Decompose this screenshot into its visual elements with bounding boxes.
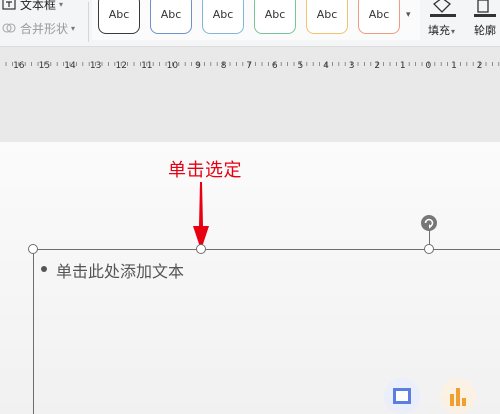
resize-handle-top-left[interactable] [28,244,38,254]
chevron-down-icon: ▾ [71,23,76,33]
fill-button[interactable]: 填充▾ [426,0,462,46]
style-preset-label: Abc [212,7,234,21]
text-tools-group: 文本框 ▾ 合并形状 ▾ [0,0,88,46]
style-preset-label: Abc [264,7,286,21]
outline-label: 轮廓 [474,24,496,37]
style-preset-label: Abc [368,7,390,21]
horizontal-ruler[interactable]: 161514131211109876543210123 [0,54,500,74]
ruler-label: 14 [64,61,76,71]
style-preset-label: Abc [316,7,338,21]
ruler-label: 16 [13,61,25,71]
ribbon-toolbar: 文本框 ▾ 合并形状 ▾ Abc Abc Abc Abc Abc Abc ▾ 填… [0,0,500,47]
ruler-label: 13 [90,61,101,71]
resize-handle-top-right[interactable] [424,244,434,254]
divider [88,2,89,42]
frame-left-edge [33,249,34,414]
ruler-label: 12 [115,61,126,71]
resize-handle-top-middle[interactable] [196,244,206,254]
ruler-label: 2 [374,61,380,71]
outline-pen-icon [474,0,496,17]
merge-shapes-button[interactable]: 合并形状 ▾ [0,18,75,38]
fill-label: 填充▾ [428,24,456,37]
style-preset-3[interactable]: Abc [202,0,244,34]
ruler-label: 1 [451,61,457,71]
arrow-down-icon [193,182,209,250]
fill-bucket-icon [430,0,456,17]
outline-button[interactable]: 轮廓 [470,0,500,46]
chevron-down-icon: ▾ [59,0,64,9]
merge-shapes-icon [2,21,16,35]
text-box-button[interactable]: 文本框 ▾ [0,0,63,14]
ruler-label: 2 [477,61,483,71]
bullet-point [41,266,47,272]
style-preset-1[interactable]: Abc [98,0,140,34]
style-preset-label: Abc [160,7,182,21]
ruler-label: 3 [349,61,355,71]
text-box-label: 文本框 [20,0,57,12]
style-preset-2[interactable]: Abc [150,0,192,34]
text-box-icon [2,0,16,11]
ruler-label: 0 [426,61,432,71]
ruler-label: 9 [195,61,201,71]
style-preset-6[interactable]: Abc [358,0,400,34]
ruler-label: 4 [323,61,329,71]
gallery-more-button[interactable]: ▾ [406,10,411,20]
ruler-label: 5 [298,61,304,71]
ruler-label: 8 [221,61,227,71]
ruler-label: 7 [246,61,252,71]
ruler-label: 11 [141,61,152,71]
ruler-scale: 161514131211109876543210123 [5,61,500,71]
ruler-label: 1 [400,61,406,71]
placeholder-text[interactable]: 单击此处添加文本 [56,258,184,282]
ruler-label: 6 [272,61,278,71]
style-preset-5[interactable]: Abc [306,0,348,34]
rotate-handle-icon[interactable] [420,214,438,232]
annotation-label: 单击选定 [168,160,242,181]
watermark-logo [384,378,476,414]
merge-shapes-label: 合并形状 [20,21,69,36]
ruler-label: 10 [167,61,179,71]
shape-style-gallery: Abc Abc Abc Abc Abc Abc [92,0,420,40]
ruler-label: 15 [39,61,50,71]
style-preset-4[interactable]: Abc [254,0,296,34]
style-preset-label: Abc [108,7,130,21]
